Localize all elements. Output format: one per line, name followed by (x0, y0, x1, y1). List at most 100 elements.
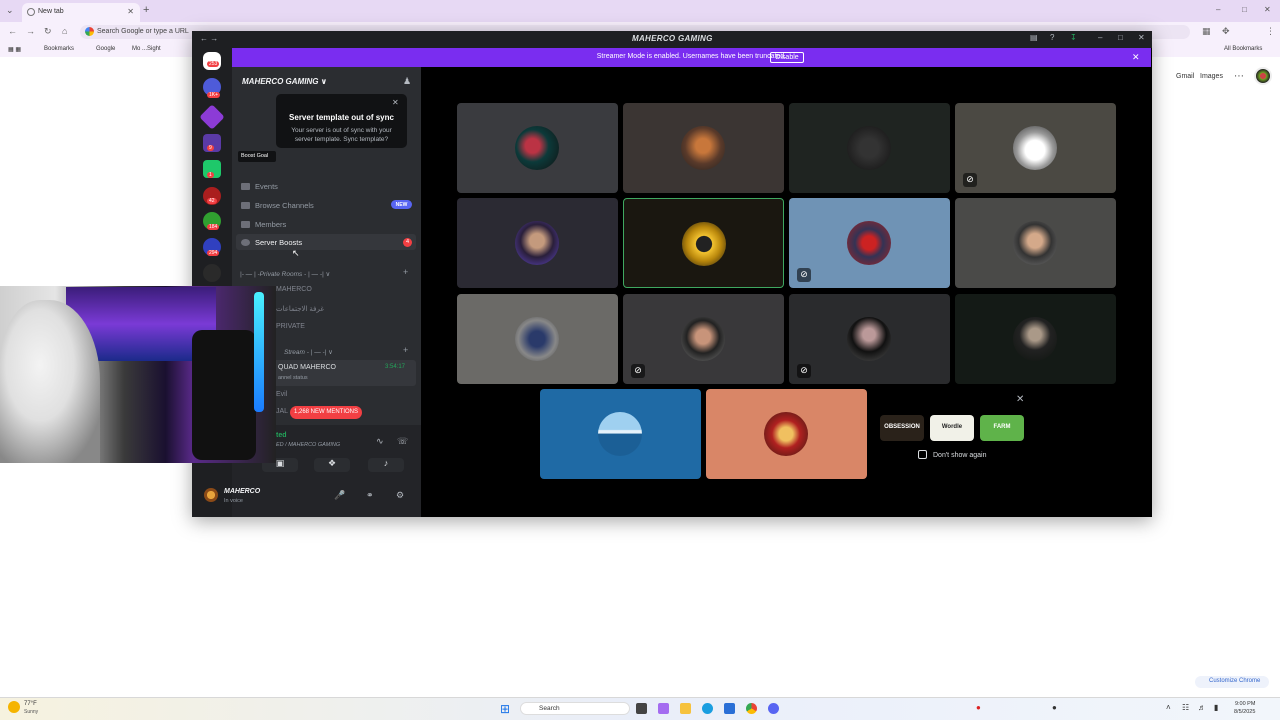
server-name-header[interactable]: MAHERCO GAMING ∨ (242, 77, 327, 86)
participant-tile[interactable] (955, 198, 1116, 288)
browser-tab[interactable]: New tab ✕ (22, 3, 140, 22)
start-icon[interactable]: ⊞ (500, 702, 510, 716)
disable-streamer-button[interactable]: Disable (770, 52, 804, 63)
server-boosts-item[interactable]: Server Boosts (241, 238, 302, 247)
forward-icon[interactable]: → (26, 26, 35, 36)
tray-app-icon[interactable]: ● (976, 703, 981, 712)
gmail-link[interactable]: Gmail (1176, 73, 1194, 80)
participant-tile[interactable]: ⊘ (955, 103, 1116, 193)
weather-temp[interactable]: 77°F (24, 701, 37, 707)
channel-item[interactable]: غرفة الاجتماعات (276, 305, 324, 313)
maximize-icon[interactable]: □ (1118, 33, 1123, 42)
task-view-icon[interactable] (636, 703, 647, 714)
soundboard-button[interactable]: ♪ (368, 458, 404, 472)
taskbar-clock[interactable]: 9:00 PM 8/5/2025 (1234, 700, 1255, 716)
close-tab-icon[interactable]: ✕ (127, 7, 134, 16)
maximize-icon[interactable]: □ (1242, 5, 1247, 14)
file-explorer-icon[interactable] (680, 703, 691, 714)
download-icon[interactable]: ↧ (1070, 33, 1077, 42)
dont-show-again[interactable]: Don't show again (918, 450, 986, 459)
participant-tile[interactable]: ⊘ (623, 294, 784, 384)
participant-tile[interactable] (623, 103, 784, 193)
noise-suppression-icon[interactable]: ∿ (376, 436, 384, 447)
edge-icon[interactable] (702, 703, 713, 714)
tooltip-body[interactable]: Your server is out of sync with your ser… (282, 126, 401, 144)
voice-member[interactable]: Evil (276, 391, 287, 398)
add-channel-icon[interactable]: + (403, 267, 408, 277)
puzzle-icon[interactable]: ✥ (1222, 26, 1230, 37)
participant-tile[interactable] (457, 294, 618, 384)
network-icon[interactable]: ☷ (1182, 703, 1189, 712)
activity-card[interactable]: OBSESSION (880, 415, 924, 441)
activity-card[interactable]: FARM (980, 415, 1024, 441)
participant-tile[interactable] (955, 294, 1116, 384)
close-icon[interactable]: ✕ (1138, 33, 1145, 42)
volume-icon[interactable]: ♬ (1198, 703, 1206, 712)
participant-tile[interactable]: ⊘ (789, 198, 950, 288)
bookmark-item[interactable]: Google (96, 46, 115, 52)
extension-icon[interactable]: ▦ (1202, 26, 1211, 37)
user-name[interactable]: MAHERCO (224, 488, 260, 495)
channel-item[interactable]: MAHERCO (276, 286, 312, 293)
minimize-icon[interactable]: – (1098, 33, 1102, 42)
settings-gear-icon[interactable]: ⚙ (396, 490, 404, 501)
bookmark-item[interactable]: Mo ...Sight (132, 46, 161, 52)
events-item[interactable]: Events (241, 182, 278, 191)
voice-member[interactable]: JAL (276, 408, 288, 415)
tray-app-icon[interactable]: ● (1052, 703, 1057, 712)
tray-overflow-icon[interactable]: ˄ (1166, 703, 1171, 712)
invite-icon[interactable]: ♟ (403, 76, 411, 87)
tab-search-icon[interactable]: ⌄ (6, 5, 14, 16)
bookmark-item[interactable]: Bookmarks (44, 46, 74, 52)
minimize-icon[interactable]: – (1216, 5, 1220, 14)
chrome-icon[interactable] (746, 703, 757, 714)
battery-icon[interactable]: ▮ (1214, 703, 1218, 712)
avatar[interactable] (204, 488, 218, 502)
inbox-icon[interactable]: ▤ (1030, 33, 1038, 42)
channel-status[interactable]: annel status (278, 375, 308, 381)
reload-icon[interactable]: ↻ (44, 26, 52, 37)
activity-card[interactable]: Wordle (930, 415, 974, 441)
store-icon[interactable] (724, 703, 735, 714)
copilot-icon[interactable] (658, 703, 669, 714)
disconnect-icon[interactable]: ☏ (397, 436, 408, 447)
category-stream[interactable]: Stream - | — -| ∨ (284, 348, 333, 356)
close-window-icon[interactable]: ✕ (1264, 5, 1271, 14)
all-bookmarks[interactable]: All Bookmarks (1224, 46, 1262, 52)
category-private-rooms[interactable]: |- — | -Private Rooms - | — -| ∨ (240, 270, 330, 278)
help-icon[interactable]: ? (1050, 33, 1054, 42)
apps-icon[interactable]: ▦ ▦ (8, 46, 21, 53)
voice-connected-channel[interactable]: ED / MAHERCO GAMING (276, 442, 340, 448)
add-channel-icon[interactable]: + (403, 345, 408, 355)
participant-tile[interactable] (457, 198, 618, 288)
participant-tile-speaking[interactable] (623, 198, 784, 288)
google-apps-icon[interactable]: ⋯ (1234, 71, 1244, 82)
browse-channels-item[interactable]: Browse Channels (241, 201, 314, 210)
participant-tile[interactable]: ⊘ (789, 294, 950, 384)
customize-chrome-button[interactable]: Customize Chrome (1195, 676, 1269, 688)
new-mentions-pill[interactable]: 1,268 NEW MENTIONS (290, 406, 362, 419)
new-tab-button[interactable]: + (143, 4, 149, 16)
channel-item[interactable]: PRIVATE (276, 323, 305, 330)
boost-goal[interactable]: Boost Goal (238, 151, 276, 162)
back-icon[interactable]: ← → (200, 34, 218, 43)
close-activities-icon[interactable]: ✕ (1016, 394, 1024, 405)
members-item[interactable]: Members (241, 220, 286, 229)
discord-icon[interactable] (768, 703, 779, 714)
close-banner-icon[interactable]: ✕ (1132, 52, 1140, 63)
headphones-icon[interactable]: ⚭ (366, 490, 374, 501)
participant-tile[interactable] (789, 103, 950, 193)
dont-show-checkbox[interactable] (918, 450, 927, 459)
images-link[interactable]: Images (1200, 73, 1223, 80)
activities-button[interactable]: ❖ (314, 458, 350, 472)
participant-tile[interactable] (540, 389, 701, 479)
more-menu-icon[interactable]: ⋮ (1266, 26, 1275, 37)
home-icon[interactable]: ⌂ (62, 26, 67, 36)
server-icon[interactable] (203, 264, 221, 282)
participant-tile[interactable] (457, 103, 618, 193)
close-tooltip-icon[interactable]: ✕ (392, 98, 399, 107)
weather-icon[interactable] (8, 701, 20, 713)
microphone-icon[interactable]: 🎤 (334, 490, 345, 501)
profile-avatar[interactable] (1254, 67, 1272, 85)
taskbar-search[interactable]: Search (520, 702, 630, 715)
